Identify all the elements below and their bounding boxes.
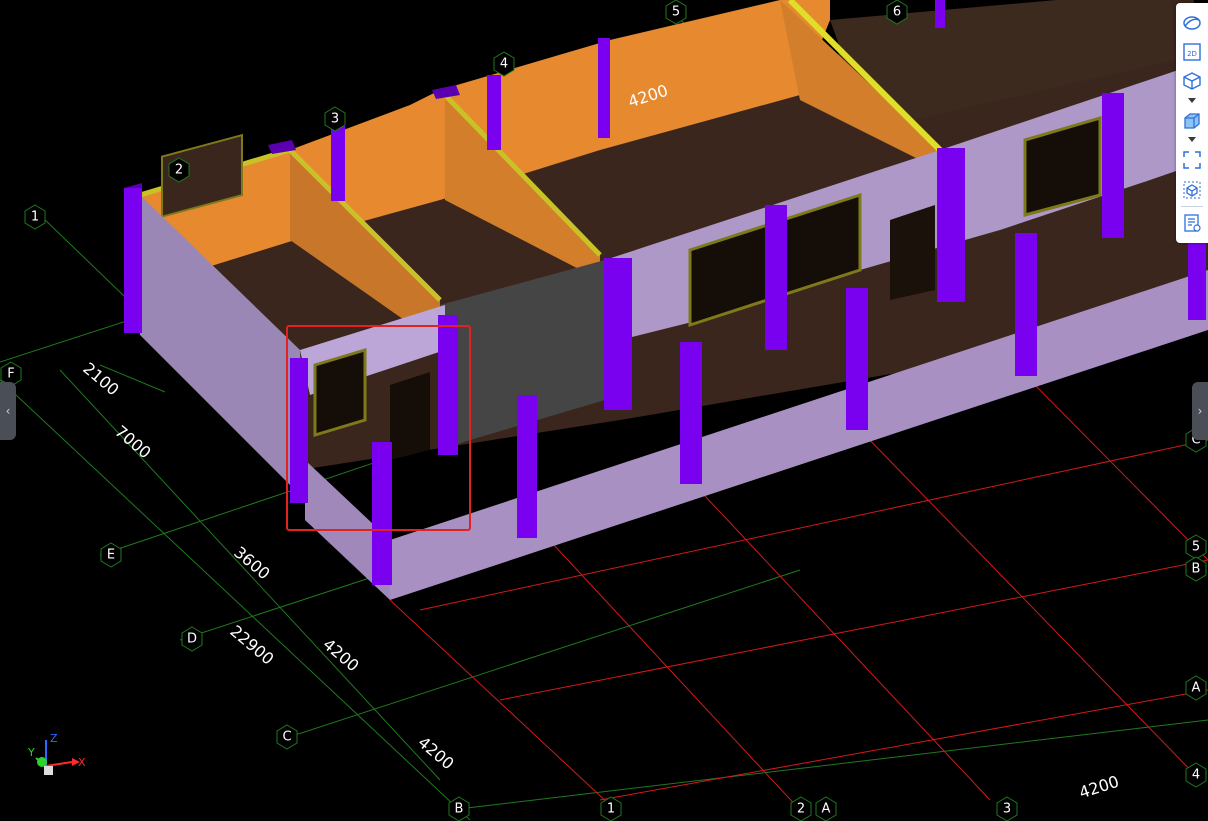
dimension-label: 7000 [111,422,154,463]
svg-text:F: F [7,367,14,382]
svg-text:6: 6 [893,5,901,20]
svg-text:4: 4 [1192,768,1200,783]
grid-label: 5 [665,0,687,25]
right-panel-toggle[interactable]: › [1192,382,1208,440]
svg-text:B: B [1192,562,1201,577]
2d-view-icon[interactable]: 2D [1179,40,1205,64]
box-view-icon[interactable] [1179,109,1205,133]
svg-text:E: E [107,548,115,563]
chevron-down-icon[interactable] [1186,136,1198,144]
3d-view-icon[interactable] [1179,69,1205,93]
svg-text:3: 3 [1003,802,1011,817]
view-toolbar: 2D [1176,3,1208,243]
svg-text:2D: 2D [1187,50,1197,58]
grid-label: E [100,542,122,568]
dimension-label: 4200 [414,733,457,774]
svg-text:C: C [282,730,291,745]
grid-label: A [1185,675,1207,701]
3d-model-viewport[interactable]: 1 2 3 4 5 6 F E D C B 1 2 A 3 4 C 5 B A … [0,0,1208,821]
grid-label: C [276,724,298,750]
axis-gizmo: Z Y X [27,732,86,775]
svg-text:5: 5 [672,5,680,20]
grid-label: A [815,796,837,821]
left-panel-toggle[interactable]: ‹ [0,382,16,440]
grid-label: 4 [1185,762,1207,788]
toolbar-divider [1181,206,1203,207]
dimension-label: 22900 [226,621,277,668]
grid-label: D [181,626,203,652]
dimension-label: 2100 [79,359,122,400]
grid-label: 1 [24,204,46,230]
svg-text:D: D [187,632,197,647]
grid-label: 3 [996,796,1018,821]
grid-label: 2 [790,796,812,821]
svg-text:3: 3 [331,112,339,127]
svg-text:B: B [455,802,464,817]
grid-label: B [448,796,470,821]
grid-label: 1 [600,796,622,821]
orbit-icon[interactable] [1179,11,1205,35]
dimension-label: 4200 [319,635,362,676]
x-axis-label: X [78,756,86,769]
z-axis-label: Z [50,732,58,745]
chevron-right-icon: › [1197,404,1203,418]
svg-text:1: 1 [607,802,615,817]
svg-text:2: 2 [797,802,805,817]
chevron-down-icon[interactable] [1186,97,1198,105]
svg-text:5: 5 [1192,540,1200,555]
fit-view-icon[interactable] [1179,148,1205,172]
svg-text:A: A [822,802,831,817]
svg-text:2: 2 [175,163,183,178]
properties-icon[interactable] [1179,211,1205,235]
svg-text:1: 1 [31,210,39,225]
svg-text:4: 4 [500,57,508,72]
y-axis-label: Y [27,746,35,759]
chevron-left-icon: ‹ [5,404,11,418]
isolate-view-icon[interactable] [1179,178,1205,202]
svg-text:A: A [1192,681,1201,696]
dimension-label: 4200 [1077,772,1122,803]
